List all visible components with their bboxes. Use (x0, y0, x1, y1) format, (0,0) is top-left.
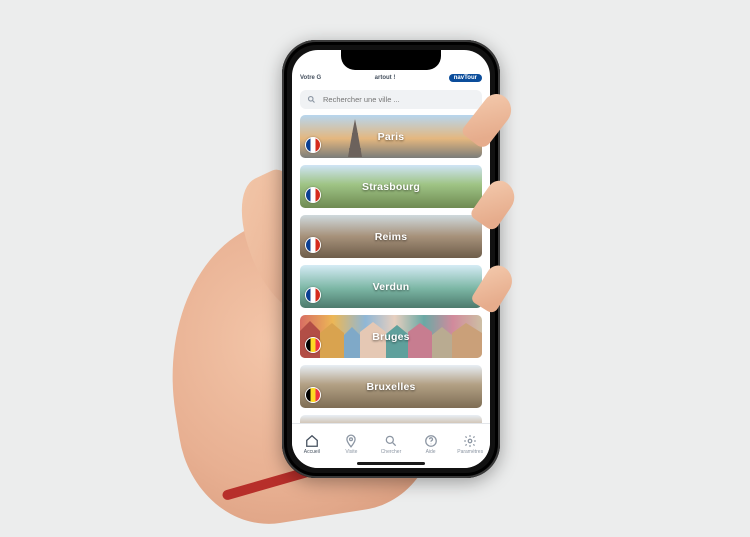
tab-settings[interactable]: Paramètres (450, 434, 490, 455)
tab-home[interactable]: Accueil (292, 434, 332, 455)
tab-label: Visite (345, 449, 357, 455)
tab-visit[interactable]: Visite (332, 434, 372, 455)
flag-icon (305, 337, 321, 353)
search-input[interactable] (321, 94, 476, 105)
search-icon (306, 95, 316, 105)
city-card-bruxelles[interactable]: Bruxelles (300, 365, 482, 408)
phone-notch (341, 50, 441, 70)
city-list[interactable]: Paris Strasbourg Reims Verdun (292, 115, 490, 423)
city-card-reims[interactable]: Reims (300, 215, 482, 258)
city-image (300, 415, 482, 423)
city-name-label: Strasbourg (362, 181, 420, 193)
flag-icon (305, 287, 321, 303)
flag-icon (305, 237, 321, 253)
phone-frame: Votre G artout ! navTour Paris (282, 40, 500, 478)
home-icon (305, 434, 319, 448)
gear-icon (463, 434, 477, 448)
tab-label: Aide (426, 449, 436, 455)
city-card-bruges[interactable]: Bruges (300, 315, 482, 358)
city-name-label: Bruxelles (366, 381, 415, 393)
brand-badge: navTour (449, 74, 482, 82)
tab-label: Chercher (381, 449, 402, 455)
flag-icon (305, 387, 321, 403)
search-icon (384, 434, 398, 448)
app-header: Votre G artout ! navTour (292, 70, 490, 86)
city-card-paris[interactable]: Paris (300, 115, 482, 158)
city-name-label: Verdun (373, 281, 410, 293)
tab-label: Paramètres (457, 449, 483, 455)
home-indicator[interactable] (357, 462, 425, 465)
city-name-label: Reims (375, 231, 408, 243)
tab-help[interactable]: Aide (411, 434, 451, 455)
city-card-strasbourg[interactable]: Strasbourg (300, 165, 482, 208)
tagline-right: artout ! (375, 75, 396, 81)
pin-icon (344, 434, 358, 448)
city-card-amsterdam[interactable]: Amsterdam (300, 415, 482, 423)
search-bar[interactable] (300, 90, 482, 109)
city-name-label: Paris (378, 131, 405, 143)
city-name-label: Bruges (372, 331, 409, 343)
flag-icon (305, 137, 321, 153)
tagline-left: Votre G (300, 75, 321, 81)
tab-label: Accueil (304, 449, 320, 455)
help-icon (424, 434, 438, 448)
phone-screen: Votre G artout ! navTour Paris (292, 50, 490, 468)
tab-search[interactable]: Chercher (371, 434, 411, 455)
eiffel-tower-icon (340, 119, 370, 158)
city-card-verdun[interactable]: Verdun (300, 265, 482, 308)
flag-icon (305, 187, 321, 203)
